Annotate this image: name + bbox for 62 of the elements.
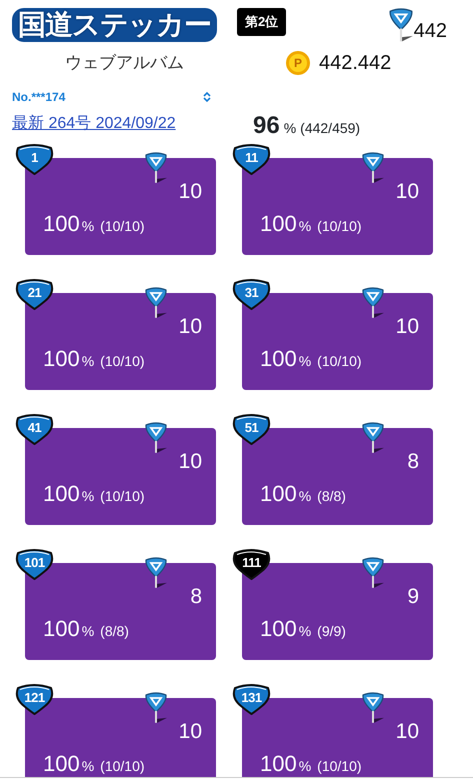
- sticker-count: 10: [396, 178, 419, 205]
- percent-value: 100: [260, 750, 297, 777]
- count-ratio: (10/10): [100, 486, 145, 506]
- points-value: 442.442: [319, 50, 392, 76]
- percent-value: 100: [260, 344, 297, 373]
- count-ratio: (10/10): [317, 216, 362, 236]
- percent-unit: %: [82, 216, 94, 236]
- progress-percent: 96: [253, 110, 280, 141]
- route-badge: 121: [14, 682, 55, 715]
- count-ratio: (10/10): [100, 216, 145, 236]
- count-ratio: (9/9): [317, 622, 346, 641]
- sticker-count: 10: [396, 718, 419, 745]
- sticker-count: 8: [190, 584, 202, 610]
- route-badge: 101: [14, 548, 55, 580]
- route-badge: 21: [14, 278, 55, 310]
- sticker-count: 10: [178, 314, 202, 340]
- route-badge: 111: [231, 548, 272, 580]
- percent-value: 100: [43, 480, 80, 508]
- route-badge: 131: [231, 682, 272, 715]
- count-ratio: (8/8): [317, 486, 346, 506]
- percent-value: 100: [43, 614, 80, 643]
- sticker-count: 9: [407, 584, 419, 610]
- route-badge: 11: [231, 142, 272, 175]
- sticker-total: 442: [414, 18, 447, 44]
- subtitle: ウェブアルバム: [64, 52, 185, 74]
- percent-unit: %: [82, 756, 94, 776]
- percent-value: 100: [260, 210, 297, 238]
- chevron-icon: [202, 90, 212, 103]
- percent-unit: %: [298, 486, 312, 506]
- progress-ratio: (442/459): [300, 118, 360, 138]
- count-ratio: (10/10): [317, 756, 362, 776]
- sticker-count: 10: [396, 314, 419, 340]
- percent-unit: %: [298, 352, 312, 371]
- percent-unit: %: [298, 756, 312, 776]
- coin-icon: P: [285, 50, 311, 76]
- percent-unit: %: [284, 118, 296, 138]
- route-badge: 1: [14, 142, 55, 175]
- percent-value: 100: [260, 480, 297, 508]
- count-ratio: (10/10): [100, 756, 145, 776]
- percent-value: 100: [43, 750, 80, 777]
- logo-title: 国道ステッカー: [12, 8, 217, 42]
- member-select[interactable]: No.***174: [12, 88, 212, 106]
- sticker-count: 10: [178, 448, 202, 475]
- percent-unit: %: [82, 352, 94, 371]
- percent-value: 100: [43, 210, 80, 238]
- percent-unit: %: [298, 216, 312, 236]
- percent-unit: %: [82, 486, 94, 506]
- sticker-count: 10: [178, 718, 202, 745]
- percent-value: 100: [43, 344, 80, 373]
- sticker-count: 8: [407, 448, 419, 475]
- route-badge: 41: [14, 412, 55, 445]
- percent-unit: %: [298, 622, 312, 641]
- route-badge: 31: [231, 278, 272, 310]
- route-badge: 51: [231, 412, 272, 445]
- percent-value: 100: [260, 614, 297, 643]
- percent-unit: %: [82, 622, 94, 641]
- count-ratio: (10/10): [317, 352, 362, 371]
- count-ratio: (10/10): [100, 352, 145, 371]
- latest-link[interactable]: 最新 264号 2024/09/22: [12, 114, 176, 132]
- rank-badge: 第2位: [237, 8, 286, 36]
- sticker-count: 10: [178, 178, 202, 205]
- count-ratio: (8/8): [100, 622, 129, 641]
